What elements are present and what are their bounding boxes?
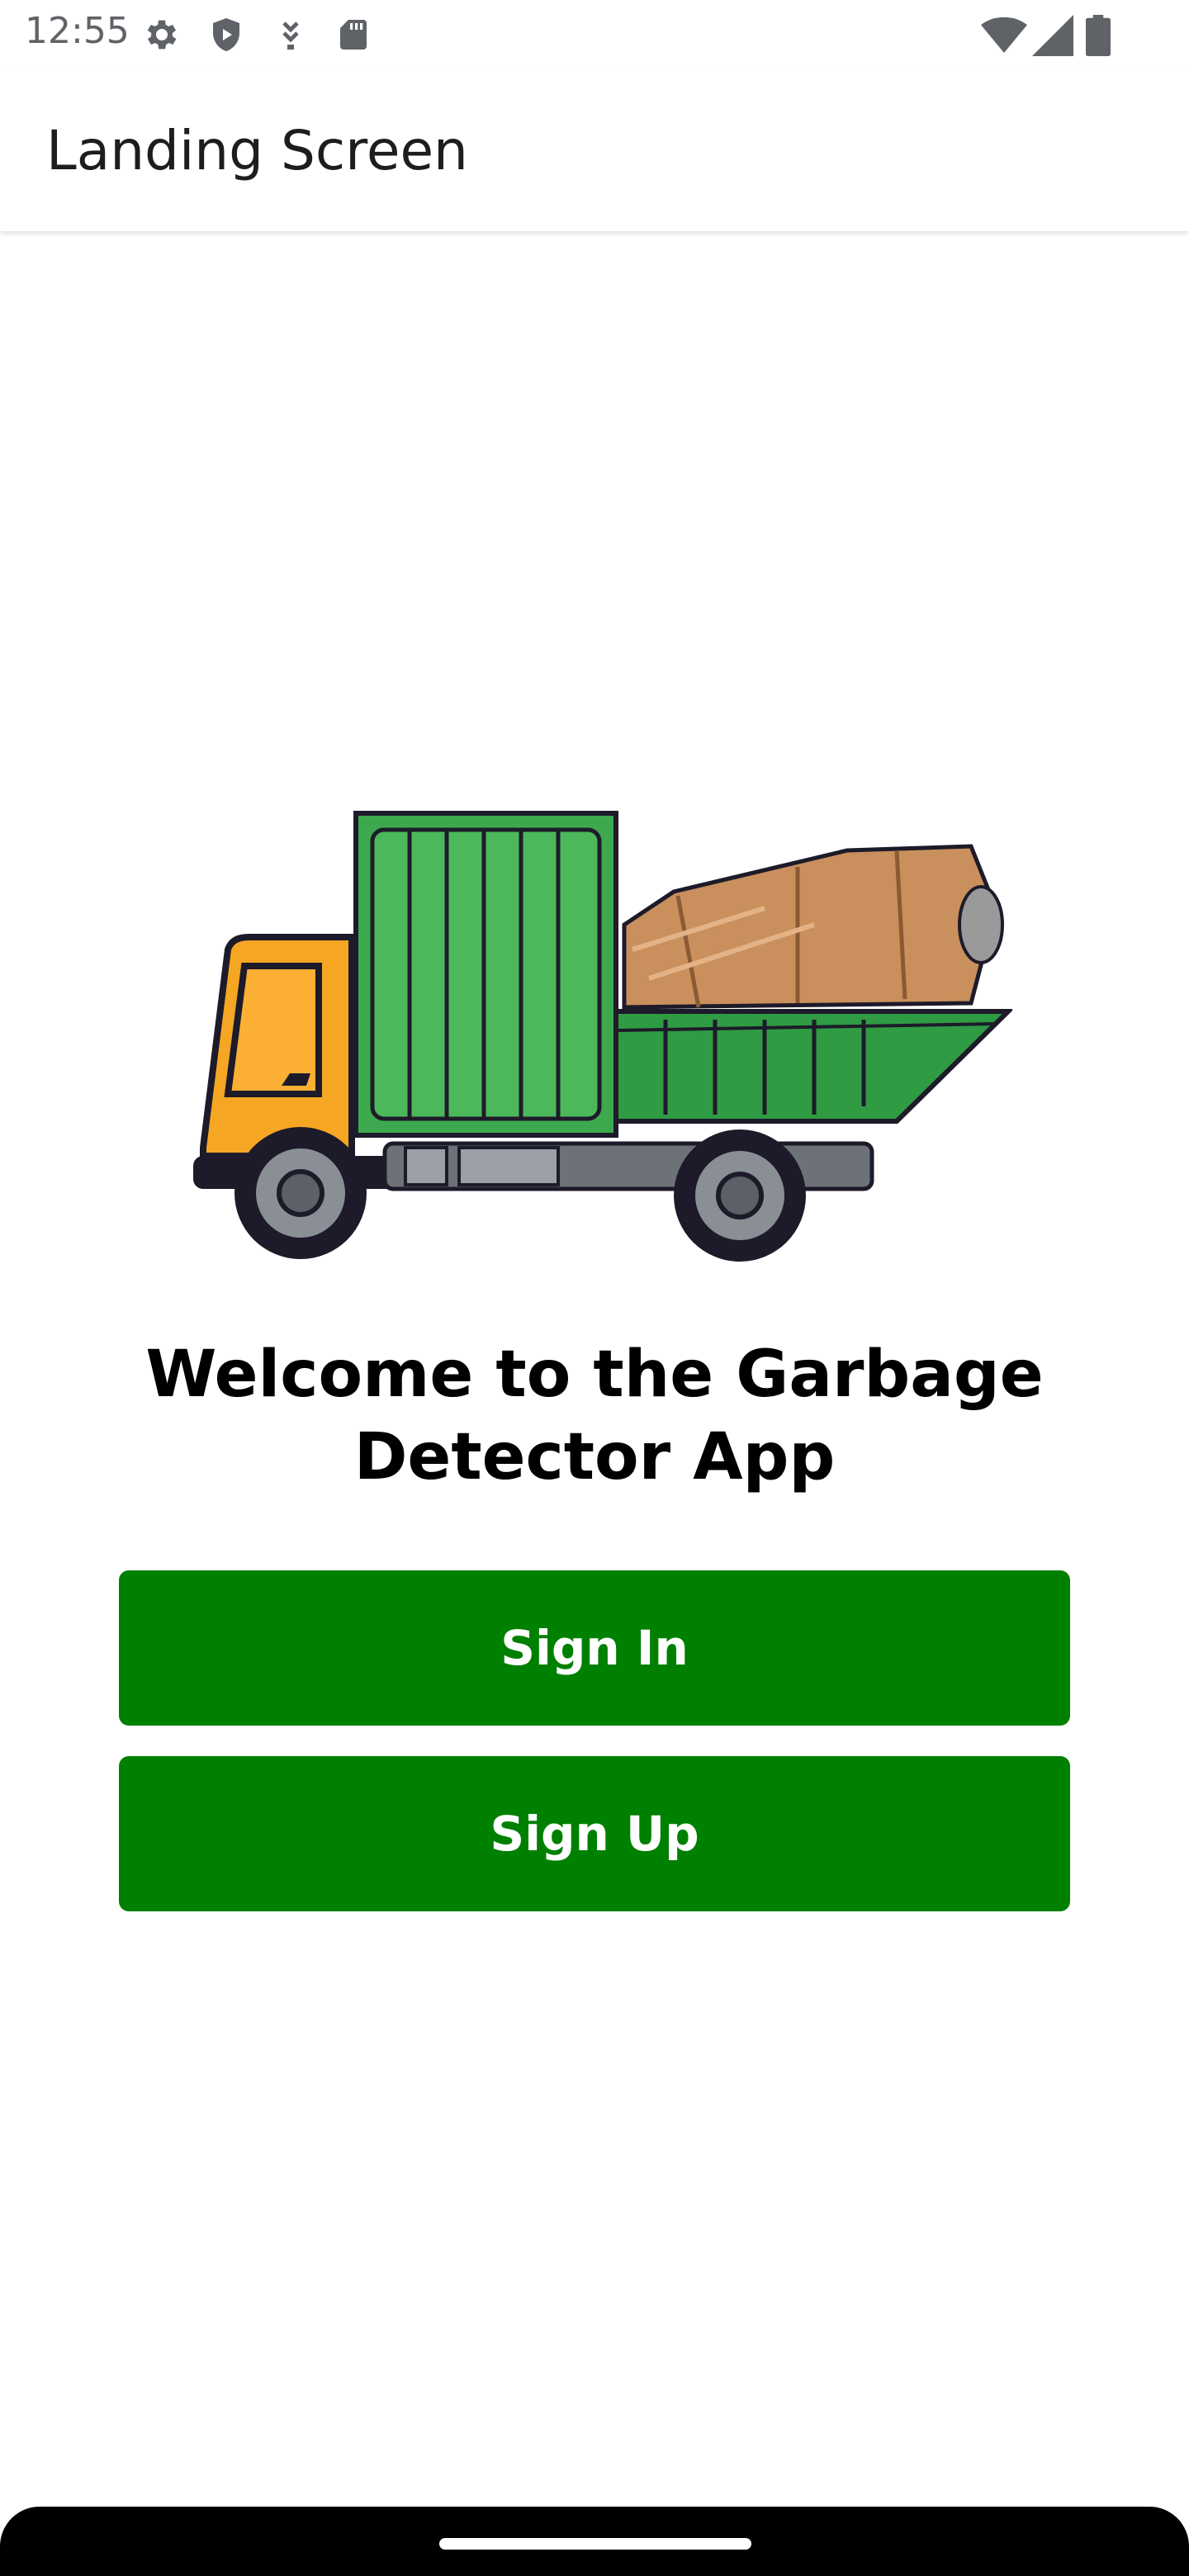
garbage-truck-illustration	[193, 811, 1012, 1262]
gesture-navigation-bar	[0, 2507, 1189, 2576]
landing-screen: 12:55 Landing Screen Welcome to the Garb…	[0, 0, 1189, 2576]
app-bar-title: Landing Screen	[46, 119, 468, 182]
app-bar: Landing Screen	[0, 69, 1189, 231]
truck-rear-wheel	[674, 1129, 806, 1262]
sign-up-button[interactable]: Sign Up	[119, 1756, 1070, 1911]
welcome-title-line-1: Welcome to the Garbage	[145, 1338, 1044, 1412]
truck-front-wheel	[234, 1127, 367, 1259]
status-bar: 12:55	[0, 0, 1189, 69]
home-gesture-handle[interactable]	[439, 2538, 751, 2550]
sign-in-button[interactable]: Sign In	[119, 1570, 1070, 1726]
welcome-title-line-2: Detector App	[353, 1420, 836, 1494]
wifi-icon	[981, 17, 1027, 53]
status-time: 12:55	[25, 10, 130, 52]
welcome-title: Welcome to the Garbage Detector App	[99, 1333, 1090, 1499]
download-arrow-icon	[282, 21, 299, 50]
cellular-signal-icon	[1032, 15, 1073, 56]
shield-icon	[213, 18, 239, 51]
settings-gear-icon	[147, 20, 177, 50]
battery-icon	[1086, 15, 1111, 56]
sd-card-icon	[340, 20, 367, 50]
